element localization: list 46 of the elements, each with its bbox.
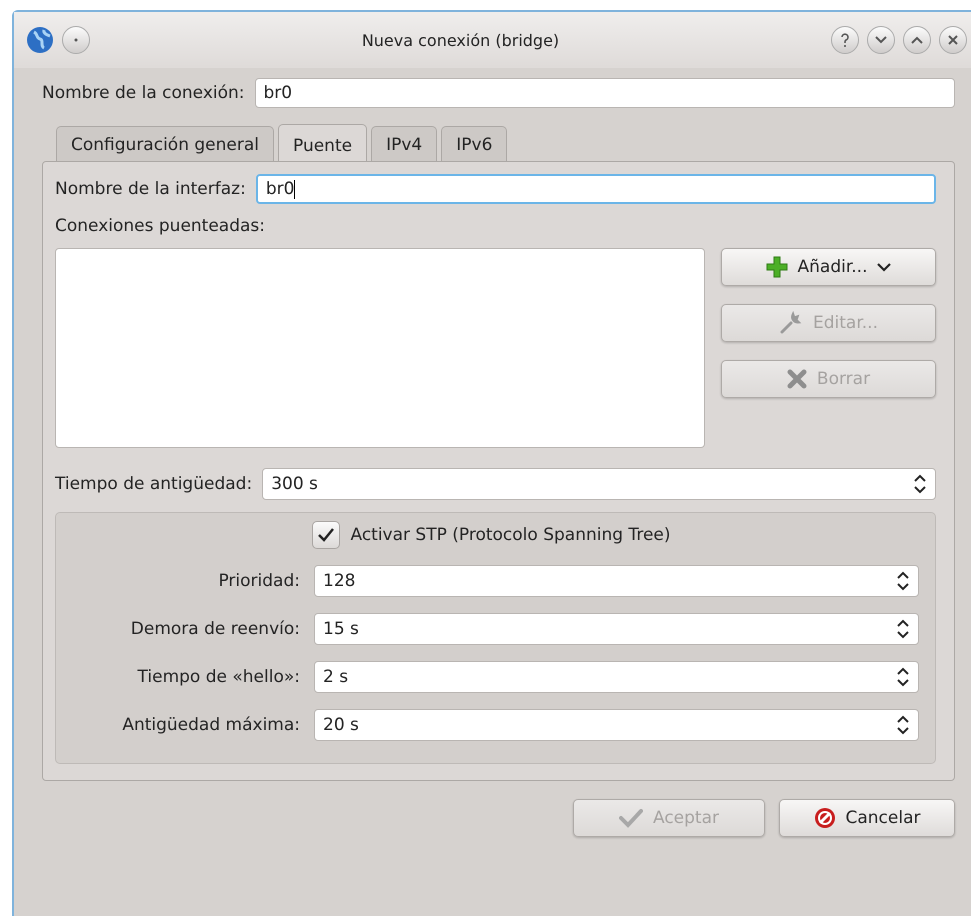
cancel-icon [814,807,836,829]
checkbox-label: Activar STP (Protocolo Spanning Tree) [350,525,670,545]
field-label: Tiempo de antigüedad: [55,474,252,494]
spin-box[interactable]: 20 s [314,709,919,741]
section-label: Conexiones puenteadas: [55,216,266,236]
up-down-arrows-icon [896,570,910,592]
globe-icon [26,26,54,54]
tab[interactable]: Puente [278,124,368,162]
dialog-button[interactable]: Cancelar [779,799,955,837]
interface-name-field[interactable]: br0 [256,174,936,204]
help-button[interactable] [831,26,859,54]
tab[interactable]: IPv6 [441,126,508,161]
wrench-icon [779,311,803,335]
field-label: Antigüedad máxima: [121,715,300,735]
field-label: Nombre de la conexión: [42,83,245,103]
chevron-down-icon [877,262,892,272]
up-down-arrows-icon [896,618,910,640]
checkbox[interactable] [312,521,340,549]
checkmark-icon [619,808,643,828]
field-label: Nombre de la interfaz: [55,179,246,199]
field-label: Demora de reenvío: [130,619,300,639]
checkmark-icon [317,527,336,543]
plus-icon [766,256,788,278]
field-label: Prioridad: [217,571,300,591]
spin-box[interactable]: 15 s [314,613,919,645]
question-mark-icon [840,33,850,47]
list-button[interactable]: Añadir... [721,248,936,286]
window-title: Nueva conexión (bridge) [360,30,560,50]
chevron-down-icon [875,36,887,44]
spin-box[interactable]: 300 s [262,468,936,500]
up-down-arrows-icon [896,666,910,688]
field-label: Tiempo de «hello»: [136,667,300,687]
maximize-button[interactable] [903,26,931,54]
tab[interactable]: IPv4 [371,126,438,161]
close-button[interactable] [939,26,967,54]
dot-icon [74,38,78,42]
close-icon [948,35,958,45]
connection-name-field[interactable]: br0 [254,78,955,108]
tab[interactable]: Configuración general [56,126,274,161]
spin-box[interactable]: 2 s [314,661,919,693]
minimize-button[interactable] [867,26,895,54]
spin-box[interactable]: 128 [314,565,919,597]
up-down-arrows-icon [913,473,927,495]
cross-icon [786,369,807,389]
chevron-up-icon [911,36,923,44]
up-down-arrows-icon [896,714,910,736]
